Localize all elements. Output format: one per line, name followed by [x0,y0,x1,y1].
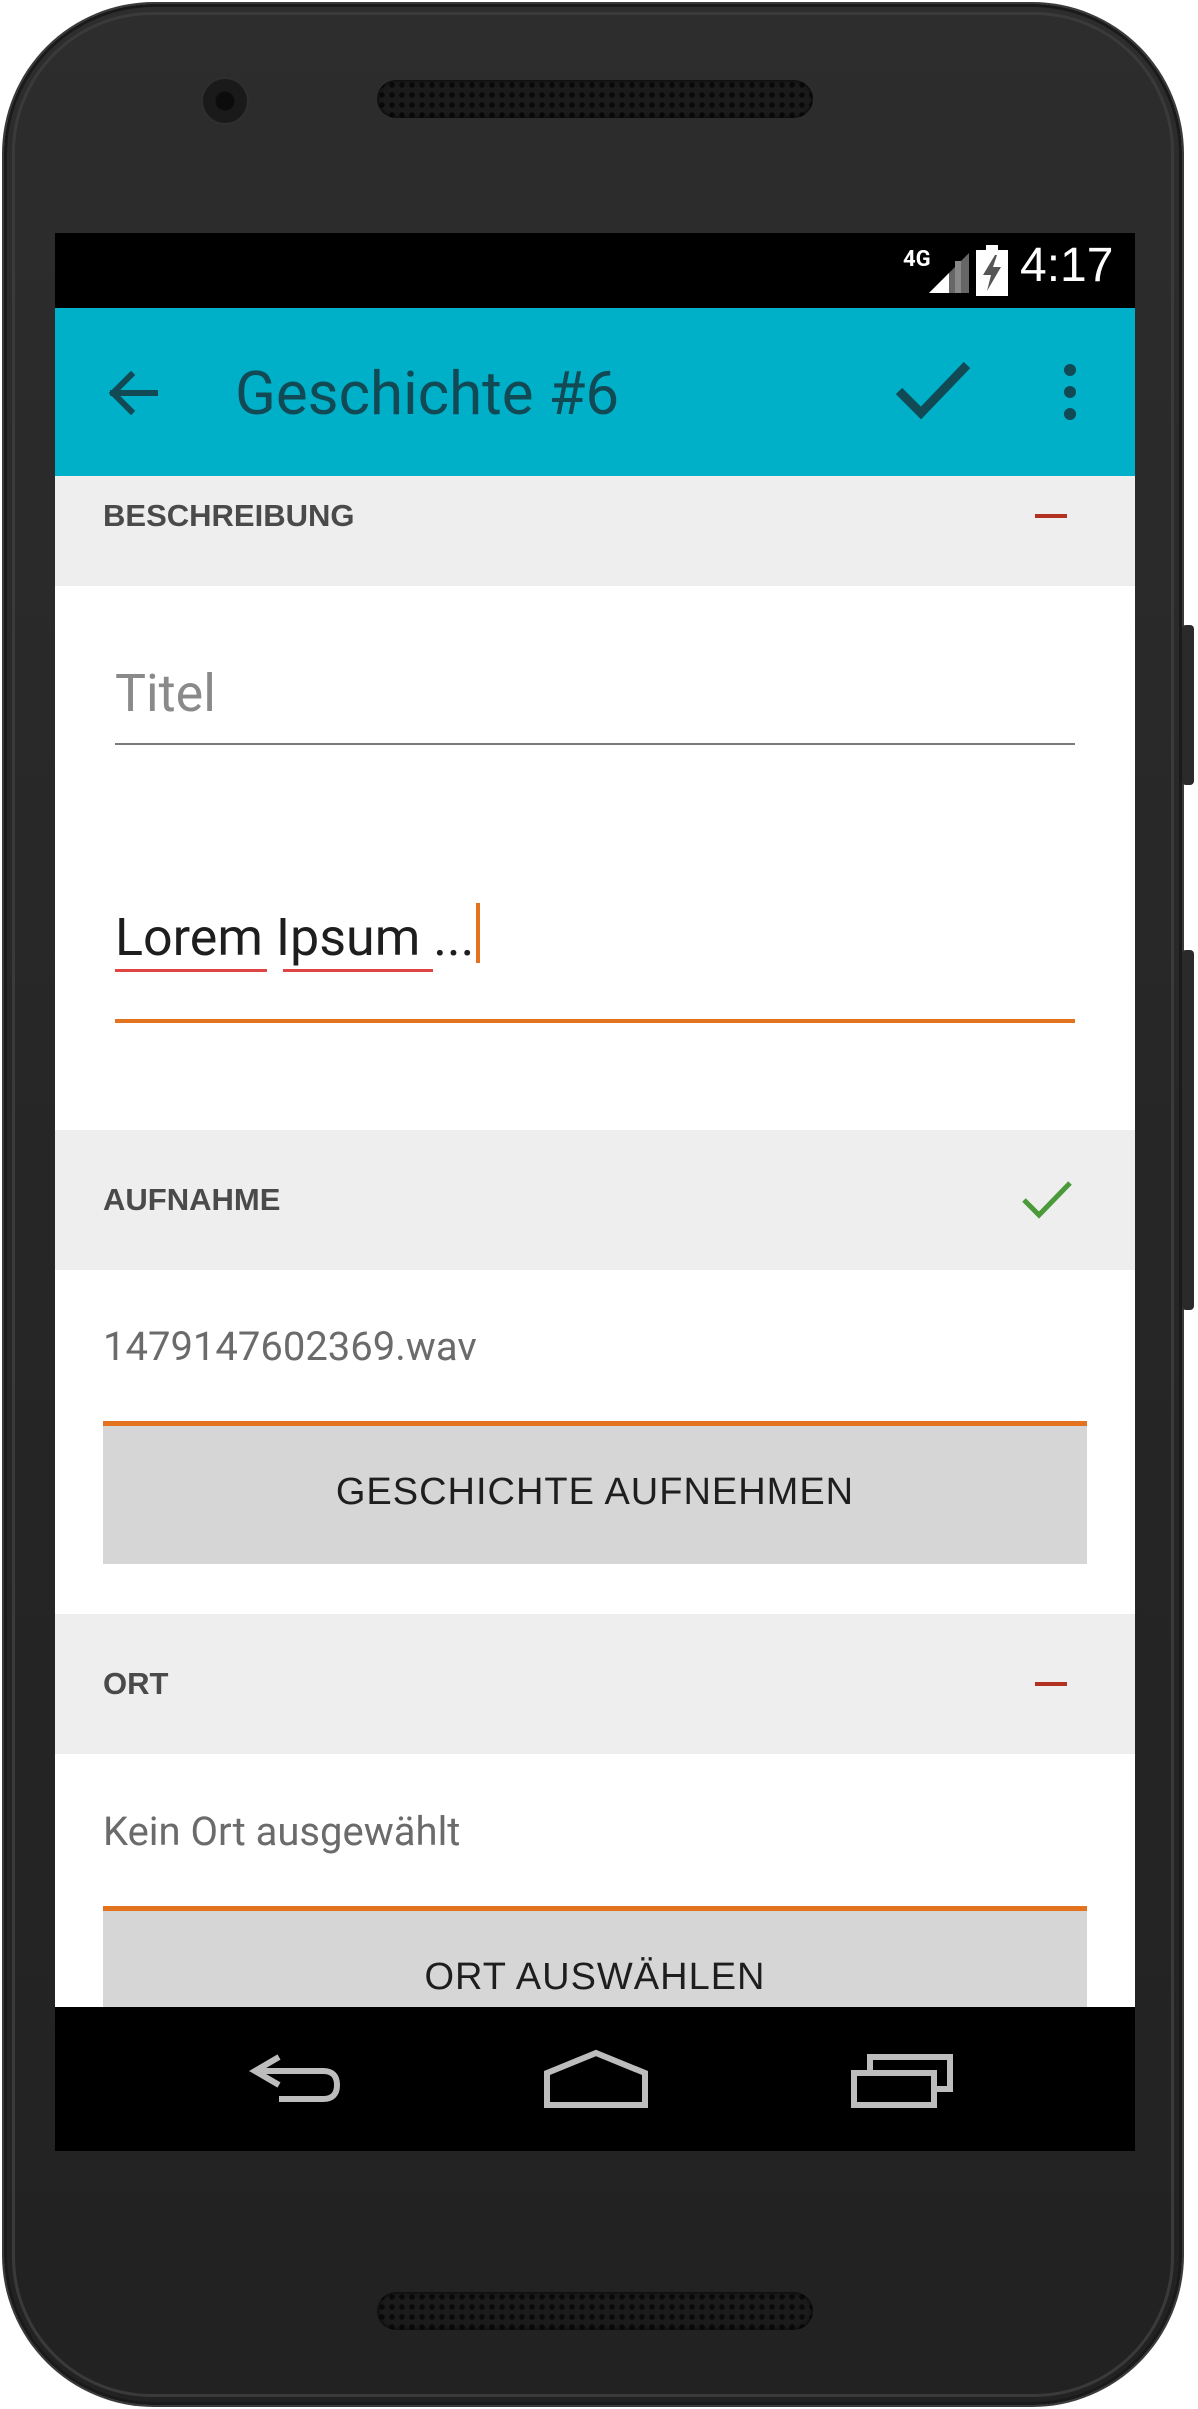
section-title: ORT [103,1666,169,1701]
volume-button [1182,625,1194,785]
text-cursor [476,903,481,963]
nav-home-icon[interactable] [541,2047,651,2111]
section-header-recording[interactable]: AUFNAHME [55,1130,1135,1270]
section-title: BESCHREIBUNG [103,498,355,533]
spellcheck-underline [115,969,267,972]
front-camera [203,79,247,123]
bottom-speaker [377,2292,813,2330]
page-title: Geschichte #6 [235,358,620,429]
description-underline [115,1019,1075,1023]
signal-icon [929,253,969,293]
description-text: Lorem Ipsum ... [115,907,475,968]
navigation-bar [55,2007,1135,2151]
more-vert-icon[interactable] [1055,358,1085,428]
location-status: Kein Ort ausgewählt [103,1808,461,1855]
nav-recents-icon[interactable] [850,2047,954,2111]
record-story-button[interactable]: GESCHICHTE AUFNEHMEN [103,1421,1087,1564]
recording-file-name: 1479147602369.wav [103,1323,477,1370]
arrow-left-icon[interactable] [103,363,163,423]
check-icon [1022,1181,1072,1219]
section-header-location[interactable]: ORT [55,1614,1135,1754]
section-title: AUFNAHME [103,1182,281,1217]
battery-charging-icon [976,245,1008,296]
spellcheck-underline [283,969,433,972]
clock: 4:17 [1020,239,1114,292]
nav-back-icon[interactable] [245,2047,345,2111]
status-bar: 4G 4:17 [55,233,1135,308]
title-field[interactable]: Titel [115,663,1075,753]
title-placeholder: Titel [115,663,216,724]
screen: 4G 4:17 Geschichte #6 BESCHREIBUNG Titel… [55,233,1135,2151]
description-field[interactable]: Lorem Ipsum ... [115,903,1075,1023]
top-speaker [377,80,813,118]
description-value: Lorem Ipsum ... [115,903,481,968]
power-button [1182,950,1194,1310]
minus-icon[interactable] [1035,1682,1067,1686]
section-header-description[interactable]: BESCHREIBUNG [55,476,1135,586]
check-icon[interactable] [893,355,973,425]
app-bar: Geschichte #6 [55,308,1135,476]
minus-icon[interactable] [1035,514,1067,518]
title-underline [115,743,1075,745]
